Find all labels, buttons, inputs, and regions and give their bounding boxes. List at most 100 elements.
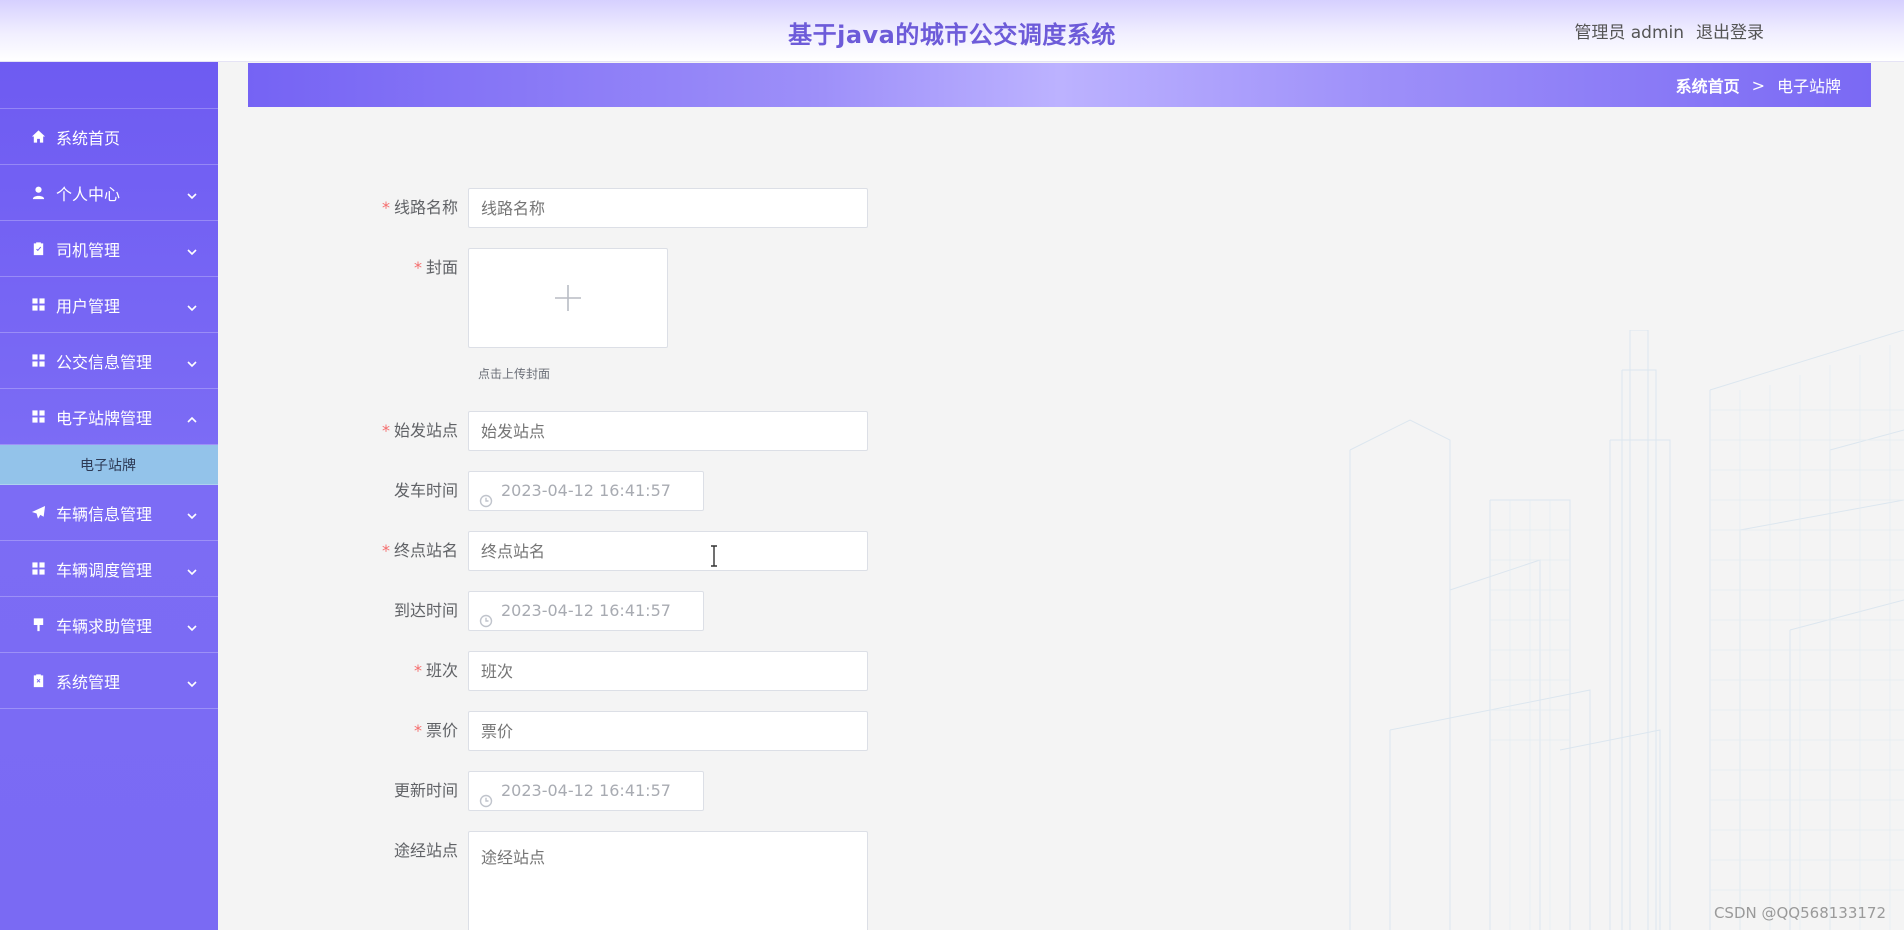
clock-icon [479,784,493,808]
fare-label-text: 票价 [425,721,458,740]
form-row-arrive-time: 到达时间 2023-04-12 16:41:57 [300,591,704,631]
sidebar-item-label: 用户管理 [56,296,121,316]
text-cursor-icon [711,545,717,567]
update-time-value: 2023-04-12 16:41:57 [501,781,671,800]
form-row-cover: * 封面 [300,248,668,348]
city-skyline-illustration [1349,330,1904,930]
cover-label-text: 封面 [425,258,458,277]
user-icon [30,185,46,201]
start-station-label: * 始发站点 [300,411,468,451]
form-row-shift: * 班次 [300,651,868,691]
grid-icon [30,409,46,425]
chevron-down-icon [186,355,198,367]
start-station-label-text: 始发站点 [393,421,458,440]
required-mark: * [413,721,422,740]
chevron-down-icon [186,563,198,575]
form-row-depart-time: 发车时间 2023-04-12 16:41:57 [300,471,704,511]
grid-icon [30,561,46,577]
sidebar-item-user-management[interactable]: 用户管理 [0,277,218,333]
breadcrumb-current: 电子站牌 [1776,77,1841,96]
sidebar-item-home[interactable]: 系统首页 [0,109,218,165]
fare-input[interactable] [468,711,868,751]
form-row-update-time: 更新时间 2023-04-12 16:41:57 [300,771,704,811]
form-row-fare: * 票价 [300,711,868,751]
clock-icon [479,604,493,628]
depart-time-value: 2023-04-12 16:41:57 [501,481,671,500]
chevron-down-icon [186,187,198,199]
end-station-label: * 终点站名 [300,531,468,571]
sidebar-spacer [0,62,218,109]
cover-upload-hint: 点击上传封面 [478,367,551,381]
shift-input[interactable] [468,651,868,691]
chevron-down-icon [186,619,198,631]
route-name-label-text: 线路名称 [393,198,458,217]
depart-time-label: 发车时间 [393,481,458,500]
logout-link[interactable]: 退出登录 [1696,18,1764,43]
chevron-down-icon [186,299,198,311]
clipboard-x-icon [30,673,46,689]
grid-icon [30,297,46,313]
home-icon [30,129,46,145]
arrive-time-value: 2023-04-12 16:41:57 [501,601,671,620]
sidebar-item-label: 司机管理 [56,240,121,260]
sidebar-item-personal-center[interactable]: 个人中心 [0,165,218,221]
required-mark: * [381,541,390,560]
sidebar-item-label: 电子站牌管理 [56,408,153,428]
via-stations-textarea[interactable] [468,831,868,930]
sidebar-item-system-management[interactable]: 系统管理 [0,653,218,709]
user-label: 管理员 admin [1574,23,1684,43]
watermark: CSDN @QQ568133172 [1713,904,1886,922]
sidebar-item-label: 车辆信息管理 [56,504,153,524]
user-area: 管理员 admin 退出登录 [1574,18,1764,43]
sidebar-item-driver-management[interactable]: 司机管理 [0,221,218,277]
depart-time-picker[interactable]: 2023-04-12 16:41:57 [468,471,704,511]
form-row-start-station: * 始发站点 [300,411,868,451]
form-row-end-station: * 终点站名 [300,531,868,571]
end-station-label-text: 终点站名 [393,541,458,560]
required-mark: * [413,258,422,277]
shift-label: * 班次 [300,651,468,691]
route-name-input[interactable] [468,188,868,228]
via-stations-label: 途经站点 [393,841,458,860]
sidebar: 系统首页 个人中心 司机管理 用户管理 公交信息管理 电子站牌管理 电子站牌 车… [0,62,218,930]
required-mark: * [413,661,422,680]
sidebar-subitem-e-stop-sign[interactable]: 电子站牌 [0,445,218,485]
chevron-down-icon [186,675,198,687]
clock-icon [479,484,493,508]
cover-label: * 封面 [300,248,468,288]
sidebar-item-e-stop-sign-management[interactable]: 电子站牌管理 [0,389,218,445]
top-header: 基于java的城市公交调度系统 管理员 admin 退出登录 [0,0,1904,62]
sidebar-item-bus-info-management[interactable]: 公交信息管理 [0,333,218,389]
cover-upload-box[interactable] [468,248,668,348]
sidebar-item-vehicle-help-management[interactable]: 车辆求助管理 [0,597,218,653]
grid-icon [30,353,46,369]
start-station-input[interactable] [468,411,868,451]
sidebar-item-vehicle-dispatch-management[interactable]: 车辆调度管理 [0,541,218,597]
chevron-down-icon [186,507,198,519]
sidebar-item-label: 车辆求助管理 [56,616,153,636]
breadcrumb-home[interactable]: 系统首页 [1676,73,1740,97]
update-time-picker[interactable]: 2023-04-12 16:41:57 [468,771,704,811]
shift-label-text: 班次 [425,661,458,680]
sidebar-item-vehicle-info-management[interactable]: 车辆信息管理 [0,485,218,541]
chevron-down-icon [186,243,198,255]
arrive-time-picker[interactable]: 2023-04-12 16:41:57 [468,591,704,631]
sidebar-item-label: 车辆调度管理 [56,560,153,580]
clipboard-icon [30,241,46,257]
sidebar-item-label: 个人中心 [56,184,121,204]
sidebar-item-label: 系统首页 [56,128,121,148]
update-time-label: 更新时间 [393,781,458,800]
end-station-input[interactable] [468,531,868,571]
chevron-up-icon [186,411,198,423]
brush-icon [30,617,46,633]
breadcrumb: 系统首页 > 电子站牌 [248,63,1871,107]
plus-icon [555,285,581,311]
form-row-via-stations: 途经站点 [300,831,868,930]
required-mark: * [381,198,390,217]
form-row-route-name: * 线路名称 [300,188,868,228]
sidebar-item-label: 公交信息管理 [56,352,153,372]
paper-plane-icon [30,505,46,521]
sidebar-item-label: 系统管理 [56,672,121,692]
arrive-time-label: 到达时间 [393,601,458,620]
required-mark: * [381,421,390,440]
